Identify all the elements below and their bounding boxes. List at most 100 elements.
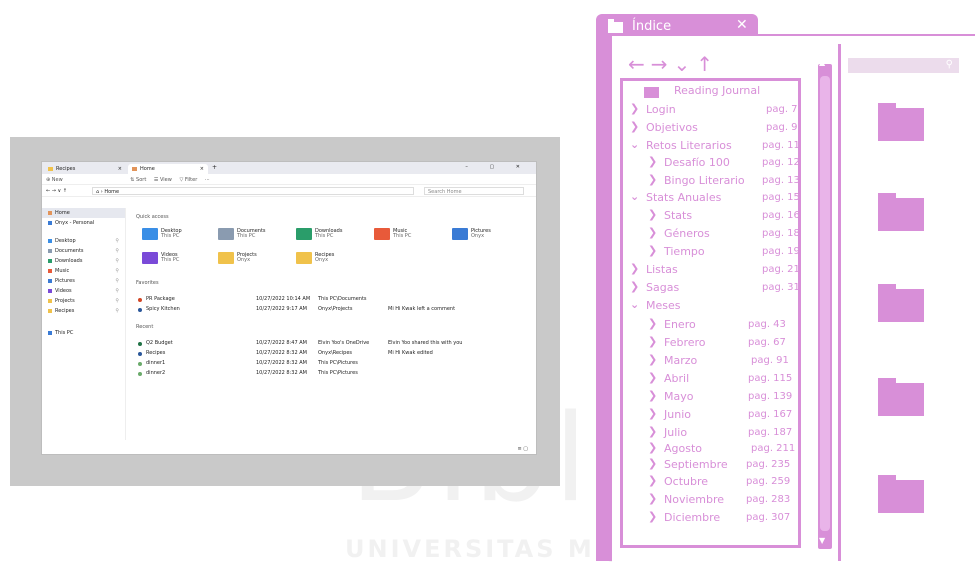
chevron-right-icon[interactable]: ❯ [648, 317, 657, 330]
close-icon[interactable]: ✕ [736, 17, 748, 33]
nav-item-onyx-personal[interactable]: Onyx - Personal [42, 218, 125, 228]
nav-item-projects[interactable]: Projects ⚲ [42, 296, 125, 306]
file-date: 10/27/2022 8:32 AM [256, 350, 307, 356]
pin-icon: ⚲ [115, 248, 119, 254]
videos-folder-icon [142, 252, 158, 264]
chevron-right-icon[interactable]: ❯ [630, 262, 639, 275]
tab-close-icon[interactable]: × [200, 166, 204, 172]
filter-button[interactable]: ▽ Filter [179, 177, 197, 183]
table-row[interactable]: Spicy Kitchen 10/27/2022 9:17 AM Onyx\Proj… [136, 306, 536, 316]
quick-access-item[interactable]: Projects Onyx [218, 250, 288, 268]
quick-access-item[interactable]: Recipes Onyx [296, 250, 366, 268]
nav-item-pictures[interactable]: Pictures ⚲ [42, 276, 125, 286]
table-row[interactable]: dinner1 10/27/2022 8:32 AM This PC\Picture… [136, 360, 536, 370]
toc-page-number: pag. 283 [746, 494, 791, 505]
chevron-down-icon[interactable]: ⌄ [630, 298, 639, 311]
toc-item-label: Abril [664, 372, 690, 385]
folder-icon[interactable] [878, 475, 924, 513]
chevron-right-icon[interactable]: ❯ [648, 208, 657, 221]
quick-access-item[interactable]: Pictures Onyx [452, 226, 522, 244]
view-toggle-icons[interactable]: ≡ ▢ [517, 446, 528, 452]
tab-close-icon[interactable]: × [118, 166, 122, 172]
scroll-down-icon[interactable]: ▼ [819, 536, 825, 545]
more-button[interactable]: ··· [205, 177, 210, 183]
nav-item-desktop[interactable]: Desktop ⚲ [42, 236, 125, 246]
folder-icon[interactable] [878, 284, 924, 322]
toc-root[interactable]: Reading Journal [674, 84, 760, 97]
chevron-right-icon[interactable]: ❯ [630, 280, 639, 293]
nav-item-label: Videos [55, 288, 72, 294]
quick-access-item[interactable]: Documents This PC [218, 226, 288, 244]
pin-icon: ⚲ [115, 258, 119, 264]
chevron-right-icon[interactable]: ❯ [630, 102, 639, 115]
chevron-right-icon[interactable]: ❯ [630, 120, 639, 133]
quick-access-item[interactable]: Downloads This PC [296, 226, 366, 244]
chevron-right-icon[interactable]: ❯ [648, 474, 657, 487]
folder-icon [608, 19, 623, 33]
new-button[interactable]: ⊕ New [46, 177, 63, 183]
table-row[interactable]: dinner2 10/27/2022 8:32 AM This PC\Picture… [136, 370, 536, 380]
chevron-right-icon[interactable]: ❯ [648, 492, 657, 505]
home-icon [132, 166, 137, 171]
chevron-right-icon[interactable]: ❯ [648, 510, 657, 523]
chevron-right-icon[interactable]: ❯ [648, 371, 657, 384]
sort-button[interactable]: ⇅ Sort [130, 177, 146, 183]
chevron-right-icon[interactable]: ❯ [648, 226, 657, 239]
nav-item-documents[interactable]: Documents ⚲ [42, 246, 125, 256]
nav-item-recipes[interactable]: Recipes ⚲ [42, 306, 125, 316]
file-location: Onyx\Projects [318, 306, 353, 312]
toc-item-label: Julio [664, 426, 688, 439]
chevron-right-icon[interactable]: ❯ [648, 155, 657, 168]
chevron-down-icon[interactable]: ⌄ [630, 138, 639, 151]
search-input[interactable]: Search Home [424, 187, 524, 195]
nav-arrows[interactable]: ← → ∨ ↑ [46, 188, 67, 194]
pin-icon: ⚲ [115, 238, 119, 244]
view-button[interactable]: ☰ View [154, 177, 172, 183]
chevron-right-icon[interactable]: ❯ [648, 353, 657, 366]
nav-item-videos[interactable]: Videos ⚲ [42, 286, 125, 296]
chevron-right-icon[interactable]: ❯ [648, 425, 657, 438]
window-controls[interactable]: – ▢ ✕ [465, 164, 530, 170]
search-input[interactable]: ⚲ [848, 58, 959, 73]
nav-item-home[interactable]: Home [42, 208, 125, 218]
videos-icon [48, 288, 52, 293]
tab-home[interactable]: Home × [128, 164, 208, 174]
recent-heading[interactable]: Recent [136, 324, 153, 330]
table-row[interactable]: Q2 Budget 10/27/2022 8:47 AM Elvin Yoo's O… [136, 340, 536, 350]
folder-icon[interactable] [878, 103, 924, 141]
scroll-up-icon[interactable]: ▲ [819, 58, 825, 67]
nav-item-downloads[interactable]: Downloads ⚲ [42, 256, 125, 266]
toc-page-number: pag. 15 [762, 192, 800, 203]
nav-item-music[interactable]: Music ⚲ [42, 266, 125, 276]
tab-recipes[interactable]: Recipes × [44, 164, 126, 174]
chevron-right-icon[interactable]: ❯ [648, 441, 657, 454]
quick-access-item[interactable]: Videos This PC [142, 250, 212, 268]
quick-access-heading[interactable]: Quick access [136, 214, 169, 220]
table-row[interactable]: Recipes 10/27/2022 8:32 AM Onyx\Recipes Mi … [136, 350, 536, 360]
nav-item-this-pc[interactable]: This PC [42, 328, 125, 338]
item-location: This PC [393, 233, 412, 239]
chevron-right-icon[interactable]: ❯ [648, 173, 657, 186]
toc-page-number: pag. 9 [766, 122, 798, 133]
file-activity: Elvin Yoo shared this with you [388, 340, 463, 346]
file-activity: Mi Hi Kwak left a comment [388, 306, 456, 312]
toc-item-label: Listas [646, 263, 678, 276]
chevron-down-icon[interactable]: ⌄ [630, 190, 639, 203]
nav-arrows[interactable]: ←→⌄↑ [628, 52, 719, 76]
folder-icon[interactable] [878, 193, 924, 231]
favorites-heading[interactable]: Favorites [136, 280, 159, 286]
chevron-right-icon[interactable]: ❯ [648, 244, 657, 257]
scrollbar-thumb[interactable] [820, 76, 830, 531]
quick-access-item[interactable]: Desktop This PC [142, 226, 212, 244]
folder-icon[interactable] [878, 378, 924, 416]
chevron-right-icon[interactable]: ❯ [648, 407, 657, 420]
table-row[interactable]: PR Package 10/27/2022 10:14 AM This PC\Doc… [136, 296, 536, 306]
new-tab-button[interactable]: + [212, 164, 217, 171]
chevron-right-icon[interactable]: ❯ [648, 457, 657, 470]
toc-item-label: Octubre [664, 475, 709, 488]
chevron-right-icon[interactable]: ❯ [648, 389, 657, 402]
quick-access-item[interactable]: Music This PC [374, 226, 444, 244]
chevron-right-icon[interactable]: ❯ [648, 335, 657, 348]
address-bar[interactable]: ⌂ › Home [92, 187, 414, 195]
toc-item-label: Tiempo [664, 245, 705, 258]
